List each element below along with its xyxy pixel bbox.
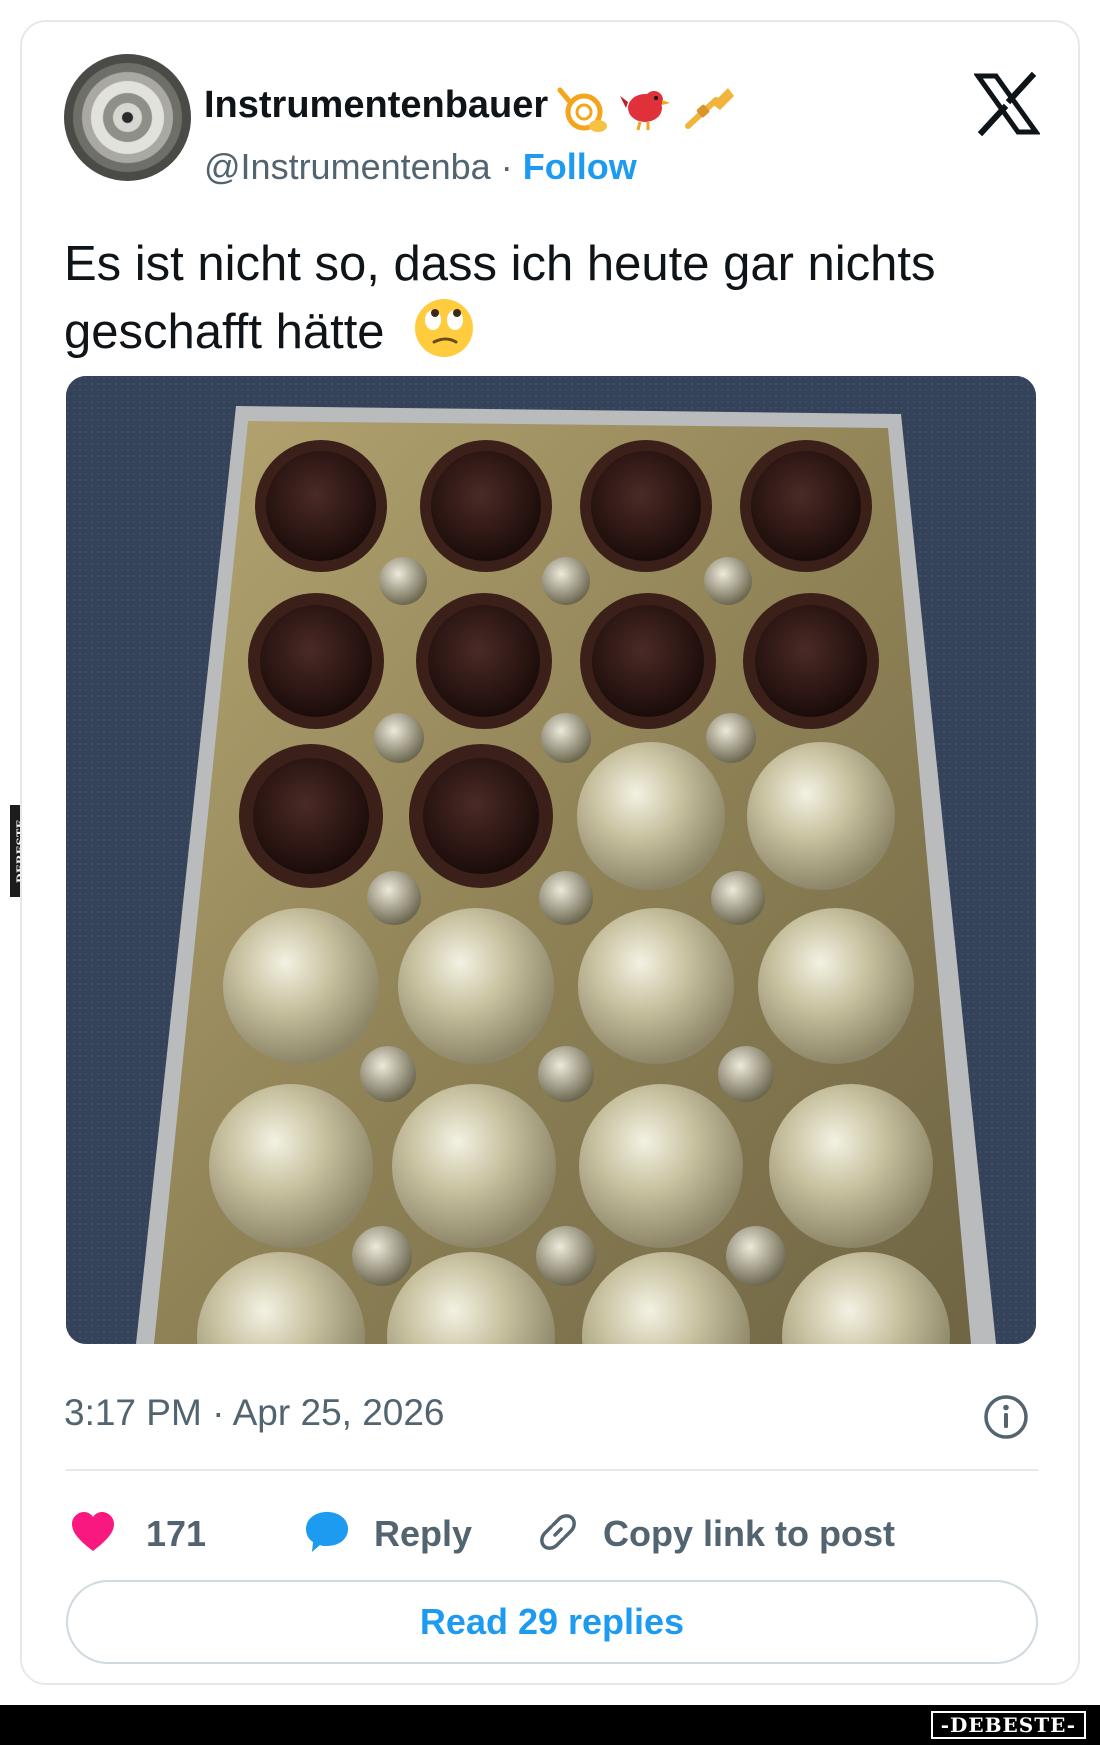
link-icon: [535, 1509, 581, 1560]
trumpet-icon: [682, 82, 736, 134]
reply-label: Reply: [374, 1513, 473, 1554]
chocolate-box-photo[interactable]: [66, 376, 1036, 1344]
speech-bubble-icon: [304, 1510, 350, 1559]
follow-button[interactable]: Follow: [523, 146, 637, 187]
handle-row: @Instrumentenba · Follow: [204, 146, 637, 188]
french-horn-icon: [554, 82, 608, 134]
face-with-rolling-eyes-icon: [412, 296, 476, 360]
tweet-body: Es ist nicht so, dass ich heute gar nich…: [64, 237, 936, 359]
like-button[interactable]: 171: [70, 1502, 206, 1566]
x-logo-icon[interactable]: [973, 71, 1041, 137]
info-icon[interactable]: [982, 1393, 1030, 1441]
copy-link-button[interactable]: Copy link to post: [535, 1502, 895, 1566]
reply-button[interactable]: Reply: [304, 1502, 472, 1566]
bottom-bar: -DEBESTE-: [0, 1705, 1100, 1745]
name-emojis: [554, 82, 736, 134]
author-display-name[interactable]: Instrumentenbauer: [204, 84, 548, 127]
like-count: 171: [146, 1513, 207, 1554]
action-bar: 171 Reply Copy link to post: [70, 1502, 1030, 1566]
separator: ·: [500, 146, 513, 187]
tweet-text: Es ist nicht so, dass ich heute gar nich…: [64, 232, 1044, 364]
page: DEBESTE Instrumentenbauer: [0, 0, 1100, 1745]
divider: [66, 1469, 1038, 1471]
debeste-watermark: -DEBESTE-: [930, 1711, 1086, 1739]
bird-icon: [618, 82, 672, 134]
copy-link-label: Copy link to post: [603, 1513, 895, 1554]
author-handle[interactable]: @Instrumentenba: [204, 146, 491, 187]
heart-icon: [70, 1511, 116, 1558]
tweet-card: Instrumentenbauer @Instrumentenba · Foll…: [20, 20, 1080, 1685]
read-replies-button[interactable]: Read 29 replies: [66, 1580, 1038, 1664]
avatar[interactable]: [64, 54, 191, 181]
tweet-timestamp[interactable]: 3:17 PM · Apr 25, 2026: [64, 1392, 445, 1434]
